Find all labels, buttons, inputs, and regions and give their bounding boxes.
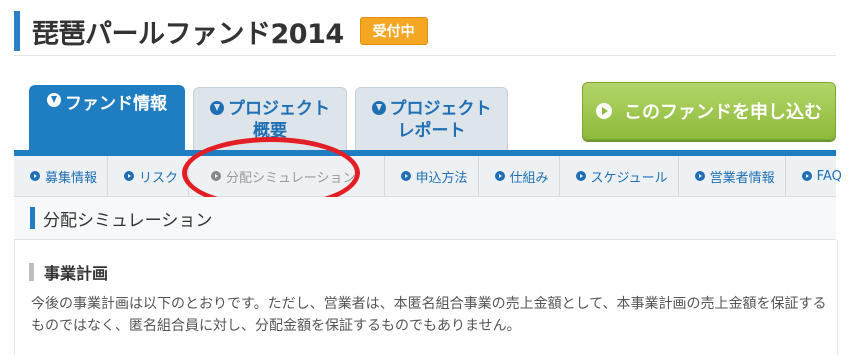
- title-bar: 琵琶パールファンド2014 受付中: [14, 8, 836, 54]
- subheading: 事業計画: [29, 260, 108, 284]
- download-circle-icon: [371, 100, 386, 115]
- subnav-label: 申込方法: [415, 170, 468, 186]
- subnav-label: 募集情報: [45, 170, 98, 186]
- arrow-right-circle-icon: [596, 103, 612, 119]
- tab-label-line2: レポート: [397, 120, 466, 141]
- download-circle-icon: [47, 93, 61, 107]
- arrow-right-circle-icon: [694, 171, 705, 181]
- content-box: 事業計画 今後の事業計画は以下のとおりです。ただし、営業者は、本匿名組合事業の売…: [14, 240, 838, 355]
- subnav-item-faq[interactable]: FAQ: [786, 156, 848, 196]
- arrow-right-circle-icon: [575, 171, 586, 181]
- tab-fund-info[interactable]: ファンド情報: [29, 85, 185, 153]
- subnav-item-recruitment[interactable]: 募集情報: [14, 156, 109, 196]
- title-accent-bar: [14, 11, 20, 51]
- tab-label-line1: プロジェクト: [389, 98, 492, 119]
- status-badge: 受付中: [359, 17, 428, 45]
- subnav-label: 営業者情報: [709, 170, 775, 186]
- page-title: 琵琶パールファンド2014: [32, 18, 344, 50]
- subnav-item-application-method[interactable]: 申込方法: [385, 156, 479, 196]
- subnav-item-distribution-simulation[interactable]: 分配シミュレーション: [189, 156, 385, 196]
- arrow-right-circle-icon: [801, 171, 812, 181]
- section-accent-bar: [30, 207, 35, 229]
- arrow-right-circle-icon: [211, 171, 222, 181]
- subnav-label: スケジュール: [590, 170, 668, 186]
- subnav-item-operator-info[interactable]: 営業者情報: [679, 156, 786, 196]
- tab-label-line2: 概要: [253, 120, 287, 141]
- divider: [14, 55, 836, 56]
- subnav-item-risk[interactable]: リスク: [108, 156, 190, 196]
- arrow-right-circle-icon: [30, 171, 40, 181]
- download-circle-icon: [210, 100, 224, 115]
- body-text: 今後の事業計画は以下のとおりです。ただし、営業者は、本匿名組合事業の売上金額とし…: [31, 296, 827, 334]
- tab-label-line1: プロジェクト: [228, 98, 330, 119]
- tab-label: ファンド情報: [65, 94, 167, 114]
- subnav-item-mechanism[interactable]: 仕組み: [479, 156, 560, 196]
- tab-project-report[interactable]: プロジェクト レポート: [355, 87, 508, 151]
- subheading-accent-bar: [29, 263, 34, 281]
- apply-fund-button[interactable]: このファンドを申し込む: [582, 82, 836, 140]
- subnav-item-schedule[interactable]: スケジュール: [560, 156, 679, 196]
- subheading-text: 事業計画: [44, 264, 109, 283]
- section-title: 分配シミュレーション: [43, 210, 213, 231]
- sub-navigation: 募集情報 リスク 分配シミュレーション 申込方法 仕組み スケジュール 営業者情…: [14, 156, 842, 197]
- apply-button-label: このファンドを申し込む: [624, 102, 822, 123]
- subnav-label: 仕組み: [509, 170, 549, 186]
- subnav-label: FAQ: [816, 168, 842, 184]
- tab-project-overview[interactable]: プロジェクト 概要: [193, 87, 347, 151]
- section-header: 分配シミュレーション: [14, 197, 836, 240]
- arrow-right-circle-icon: [494, 171, 505, 181]
- arrow-right-circle-icon: [400, 171, 411, 181]
- subnav-label: 分配シミュレーション: [226, 170, 356, 186]
- arrow-right-circle-icon: [124, 171, 135, 181]
- subnav-label: リスク: [139, 170, 179, 186]
